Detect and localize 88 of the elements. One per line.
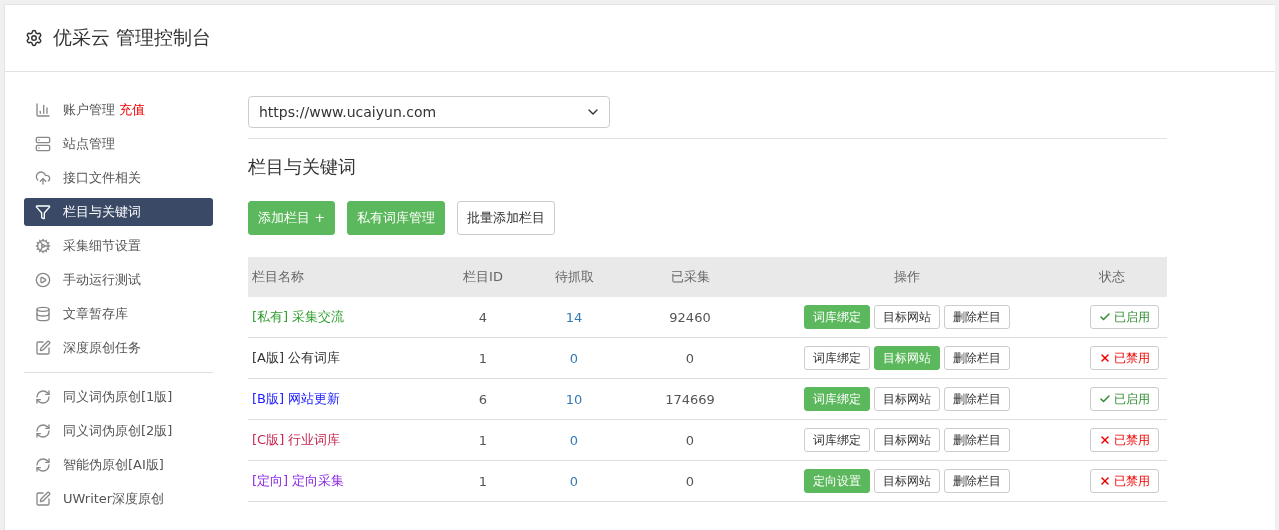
action-button[interactable]: 词库绑定 [804,346,870,370]
sidebar-item[interactable]: 站点管理 [24,130,213,158]
column-header: 状态 [1058,257,1167,297]
play-icon [35,272,51,288]
table-cell: 6 [443,378,524,420]
column-name-cell: [A版] 公有词库 [248,337,443,379]
section-title: 栏目与关键词 [248,155,357,179]
table-cell: 4 [443,297,524,338]
refresh-icon [35,423,51,439]
sidebar-label: 深度原创任务 [63,339,141,357]
table-cell: 10 [524,378,625,420]
table-cell: 92460 [625,297,756,338]
gear-icon [35,238,51,254]
cloud-upload-icon [35,170,51,186]
settings-icon [25,29,43,47]
action-button[interactable]: 词库绑定 [804,428,870,452]
edit-icon [35,491,51,507]
cross-icon [1099,475,1111,487]
action-button[interactable]: 删除栏目 [944,428,1010,452]
sidebar-label: 采集细节设置 [63,237,141,255]
sidebar-label: 同义词伪原创[2版] [63,422,173,440]
sidebar-label: 账户管理 充值 [63,101,145,119]
toolbar-button[interactable]: 批量添加栏目 [457,201,556,235]
sidebar-label: 手动运行测试 [63,271,141,289]
status-button[interactable]: 已禁用 [1090,346,1159,370]
cross-icon [1099,434,1111,446]
sidebar-item[interactable]: 栏目与关键词 [24,198,213,226]
column-header: 栏目ID [443,257,524,297]
table-cell: 1 [443,337,524,379]
status-button[interactable]: 已禁用 [1090,469,1159,493]
sidebar-label: 文章暂存库 [63,305,128,323]
sidebar-item[interactable]: UWriter深度原创 [24,485,213,513]
action-button[interactable]: 目标网站 [874,387,940,411]
table-cell: 14 [524,297,625,338]
column-name-cell: [定向] 定向采集 [248,460,443,502]
check-icon [1099,393,1111,405]
sidebar-item[interactable]: 同义词伪原创[1版] [24,383,213,411]
table-cell: 0 [625,337,756,379]
column-name-cell: [C版] 行业词库 [248,419,443,461]
action-button[interactable]: 删除栏目 [944,469,1010,493]
sidebar-item[interactable]: 深度原创任务 [24,334,213,362]
server-icon [35,136,51,152]
refresh-icon [35,457,51,473]
table-cell: 0 [625,460,756,502]
table-cell: 0 [625,419,756,461]
sidebar-item[interactable]: 同义词伪原创[2版] [24,417,213,445]
action-button[interactable]: 删除栏目 [944,305,1010,329]
table-cell: 0 [524,337,625,379]
sidebar-item[interactable]: 手动运行测试 [24,266,213,294]
bar-chart-icon [35,102,51,118]
column-name-cell: [B版] 网站更新 [248,378,443,420]
table-cell: 1 [443,460,524,502]
database-icon [35,306,51,322]
page-title: 优采云 管理控制台 [53,25,212,50]
sidebar-label: 同义词伪原创[1版] [63,388,173,406]
column-header: 已采集 [625,257,756,297]
sidebar-item[interactable]: 接口文件相关 [24,164,213,192]
sidebar-label: 智能伪原创[AI版] [63,456,164,474]
sidebar-item[interactable]: 文章暂存库 [24,300,213,328]
column-header: 操作 [756,257,1058,297]
status-button[interactable]: 已启用 [1090,305,1159,329]
sidebar-item[interactable]: 智能伪原创[AI版] [24,451,213,479]
edit-icon [35,340,51,356]
sidebar-label: 接口文件相关 [63,169,141,187]
column-header: 栏目名称 [248,257,443,297]
action-button[interactable]: 目标网站 [874,469,940,493]
table-cell: 1 [443,419,524,461]
sidebar-item[interactable]: 采集细节设置 [24,232,213,260]
table-cell: 0 [524,419,625,461]
cross-icon [1099,352,1111,364]
column-header: 待抓取 [524,257,625,297]
sidebar-label: UWriter深度原创 [63,490,165,508]
status-button[interactable]: 已禁用 [1090,428,1159,452]
check-icon [1099,311,1111,323]
status-button[interactable]: 已启用 [1090,387,1159,411]
table-cell: 0 [524,460,625,502]
action-button[interactable]: 删除栏目 [944,346,1010,370]
refresh-icon [35,389,51,405]
table-cell: 174669 [625,378,756,420]
sidebar-label: 站点管理 [63,135,115,153]
sidebar-item[interactable]: 账户管理 充值 [24,96,213,124]
action-button[interactable]: 删除栏目 [944,387,1010,411]
column-name-cell: [私有] 采集交流 [248,297,443,338]
site-select[interactable]: https://www.ucaiyun.com [248,96,610,128]
action-button[interactable]: 目标网站 [874,305,940,329]
action-button[interactable]: 目标网站 [874,428,940,452]
filter-icon [35,204,51,220]
sidebar-label: 栏目与关键词 [63,203,141,221]
